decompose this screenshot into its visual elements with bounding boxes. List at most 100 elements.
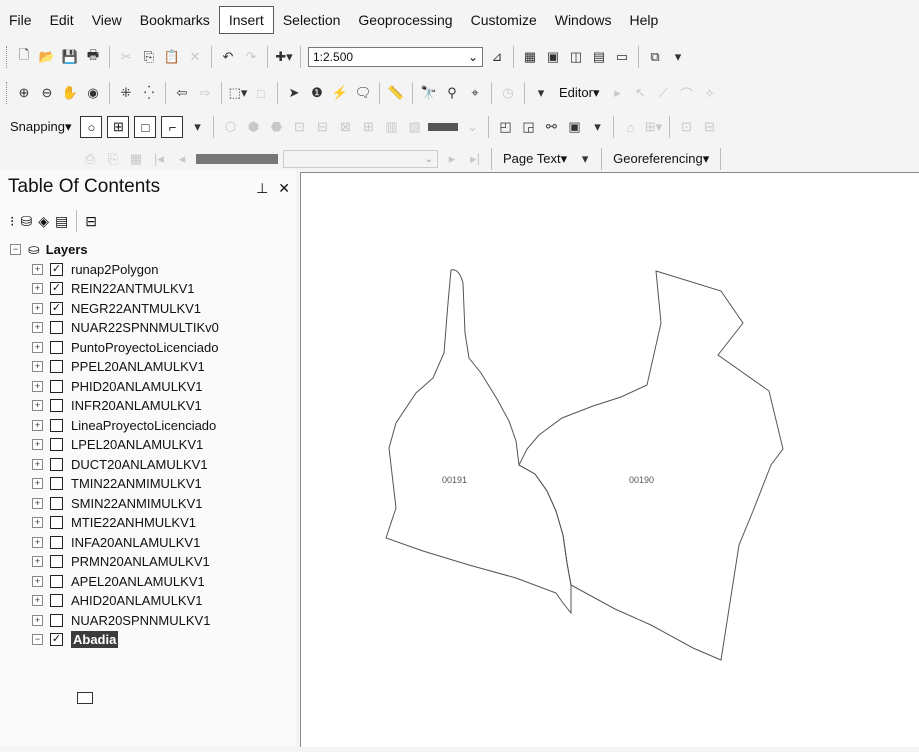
layer-name[interactable]: NUAR20SPNNMULKV1 (71, 613, 210, 628)
expand-icon[interactable]: + (32, 419, 43, 431)
zoom-in-icon[interactable]: ⊕ (15, 84, 33, 102)
layer-name[interactable]: AHID20ANLAMULKV1 (71, 593, 203, 608)
toolbar-grip[interactable] (6, 46, 10, 68)
layer-name[interactable]: PHID20ANLAMULKV1 (71, 379, 203, 394)
layer-row[interactable]: + ✓ REIN22ANTMULKV1 (0, 279, 296, 299)
chevron-down-icon[interactable]: ⌄ (463, 118, 481, 136)
layer-name[interactable]: DUCT20ANLAMULKV1 (71, 457, 208, 472)
table-icon[interactable]: ▦ (521, 48, 539, 66)
expand-icon[interactable]: + (32, 439, 43, 451)
expand-icon[interactable]: + (32, 322, 43, 334)
map-view[interactable]: 00191 00190 (300, 172, 919, 747)
raster-brush-swatch[interactable] (428, 123, 459, 131)
first-page-icon[interactable]: |◂ (150, 150, 168, 168)
modelbuilder-icon[interactable]: ⧉ (646, 48, 664, 66)
previous-page-icon[interactable]: ◂ (173, 150, 191, 168)
layer-visibility-checkbox[interactable] (50, 418, 63, 432)
layer-visibility-checkbox[interactable] (50, 340, 63, 354)
layer-row[interactable]: + ✓ NEGR22ANTMULKV1 (0, 299, 296, 319)
editor-menu-button[interactable]: Editor▾ (555, 85, 604, 101)
time-slider-icon[interactable]: ◷ (499, 84, 517, 102)
open-folder-icon[interactable]: 📂 (38, 48, 56, 66)
expand-icon[interactable]: + (32, 556, 43, 568)
layer-visibility-checkbox[interactable]: ✓ (50, 633, 63, 647)
find-route-icon[interactable]: ⚲ (443, 84, 461, 102)
delete-icon[interactable]: ✕ (186, 48, 204, 66)
measure-icon[interactable]: 📏 (387, 84, 405, 102)
layer-name[interactable]: LineaProyectoLicenciado (71, 418, 216, 433)
expand-icon[interactable]: + (32, 263, 43, 275)
map-canvas[interactable]: 00191 00190 (301, 173, 919, 747)
layer-row[interactable]: + PuntoProyectoLicenciado (0, 338, 296, 358)
layer-visibility-checkbox[interactable] (50, 574, 63, 588)
layer-visibility-checkbox[interactable]: ✓ (50, 262, 63, 276)
parcel-00191-polygon[interactable] (385, 269, 572, 615)
setup-pages-icon[interactable]: ⎙ (81, 150, 99, 168)
trace-icon[interactable]: ⟡ (701, 84, 719, 102)
fixed-zoom-in-icon[interactable]: ⁜ (117, 84, 135, 102)
end-point-arc-icon[interactable]: ⌒ (678, 84, 696, 102)
layer-name[interactable]: NUAR22SPNNMULTIKv0 (71, 320, 219, 335)
layer-visibility-checkbox[interactable]: ✓ (50, 301, 63, 315)
menu-bookmarks[interactable]: Bookmarks (131, 7, 219, 33)
overview-window-icon[interactable]: ▣ (565, 118, 583, 136)
layers-group-row[interactable]: − ⛀ Layers (0, 240, 296, 260)
toc-options-icon[interactable]: ⊟ (85, 213, 97, 230)
layer-visibility-checkbox[interactable] (50, 321, 63, 335)
layer-visibility-checkbox[interactable] (50, 457, 63, 471)
layout-view-icon[interactable]: ◰ (496, 118, 514, 136)
last-page-icon[interactable]: ▸| (466, 150, 484, 168)
paste-icon[interactable]: 📋 (163, 48, 181, 66)
html-popup-icon[interactable]: 🗨 (354, 84, 372, 102)
find-icon[interactable]: 🔭 (420, 84, 438, 102)
page-name-field[interactable] (196, 154, 278, 164)
go-back-icon[interactable]: ⇦ (173, 84, 191, 102)
layer-name[interactable]: PuntoProyectoLicenciado (71, 340, 218, 355)
collapse-icon[interactable]: − (10, 244, 21, 256)
lock-labels-icon[interactable]: ⊡ (677, 118, 695, 136)
list-by-drawing-order-icon[interactable]: ⁝ (10, 213, 14, 230)
identify-icon[interactable]: ❶ (308, 84, 326, 102)
layer-visibility-checkbox[interactable] (50, 594, 63, 608)
layer-name[interactable]: INFR20ANLAMULKV1 (71, 398, 202, 413)
layer-row[interactable]: + SMIN22ANMIMULKV1 (0, 494, 296, 514)
menu-edit[interactable]: Edit (41, 7, 83, 33)
raster-cleanup-icon[interactable]: ▥ (382, 118, 400, 136)
shared-features-icon[interactable]: ⊠ (336, 118, 354, 136)
python-window-icon[interactable]: ▭ (613, 48, 631, 66)
georeferencing-menu-button[interactable]: Georeferencing▾ (609, 151, 713, 167)
go-to-xy-icon[interactable]: ⌖ (466, 84, 484, 102)
binoculars-icon[interactable]: ⚯ (542, 118, 560, 136)
layer-name[interactable]: LPEL20ANLAMULKV1 (71, 437, 203, 452)
layer-row[interactable]: + LPEL20ANLAMULKV1 (0, 435, 296, 455)
layer-row[interactable]: + DUCT20ANLAMULKV1 (0, 455, 296, 475)
network-icon[interactable]: ⊞ (359, 118, 377, 136)
expand-icon[interactable]: + (32, 458, 43, 470)
layer-name[interactable]: TMIN22ANMIMULKV1 (71, 476, 202, 491)
export-pages-icon[interactable]: ⎘ (104, 150, 122, 168)
expand-icon[interactable]: + (32, 283, 43, 295)
undo-icon[interactable]: ↶ (219, 48, 237, 66)
expand-icon[interactable]: + (32, 380, 43, 392)
label-options-icon[interactable]: ⊞▾ (644, 118, 662, 136)
layer-visibility-checkbox[interactable] (50, 516, 63, 530)
collapse-icon[interactable]: − (32, 634, 43, 646)
layer-name[interactable]: Abadia (71, 631, 119, 649)
arctoolbox-icon[interactable]: ▤ (590, 48, 608, 66)
layer-visibility-checkbox[interactable] (50, 399, 63, 413)
expand-icon[interactable]: + (32, 614, 43, 626)
menu-file[interactable]: File (0, 7, 41, 33)
layer-name[interactable]: SMIN22ANMIMULKV1 (71, 496, 202, 511)
layer-name[interactable]: PRMN20ANLAMULKV1 (71, 554, 210, 569)
toolbar-options-icon[interactable]: ▾ (576, 150, 594, 168)
layer-visibility-checkbox[interactable] (50, 496, 63, 510)
layer-row[interactable]: + TMIN22ANMIMULKV1 (0, 474, 296, 494)
catalog-icon[interactable]: ▣ (544, 48, 562, 66)
layer-visibility-checkbox[interactable] (50, 379, 63, 393)
layer-visibility-checkbox[interactable]: ✓ (50, 282, 63, 296)
fix-topology-icon[interactable]: ⬣ (267, 118, 285, 136)
layer-name[interactable]: MTIE22ANHMULKV1 (71, 515, 196, 530)
layer-name[interactable]: INFA20ANLAMULKV1 (71, 535, 200, 550)
select-elements-icon[interactable]: ➤ (285, 84, 303, 102)
page-grid-icon[interactable]: ▦ (127, 150, 145, 168)
